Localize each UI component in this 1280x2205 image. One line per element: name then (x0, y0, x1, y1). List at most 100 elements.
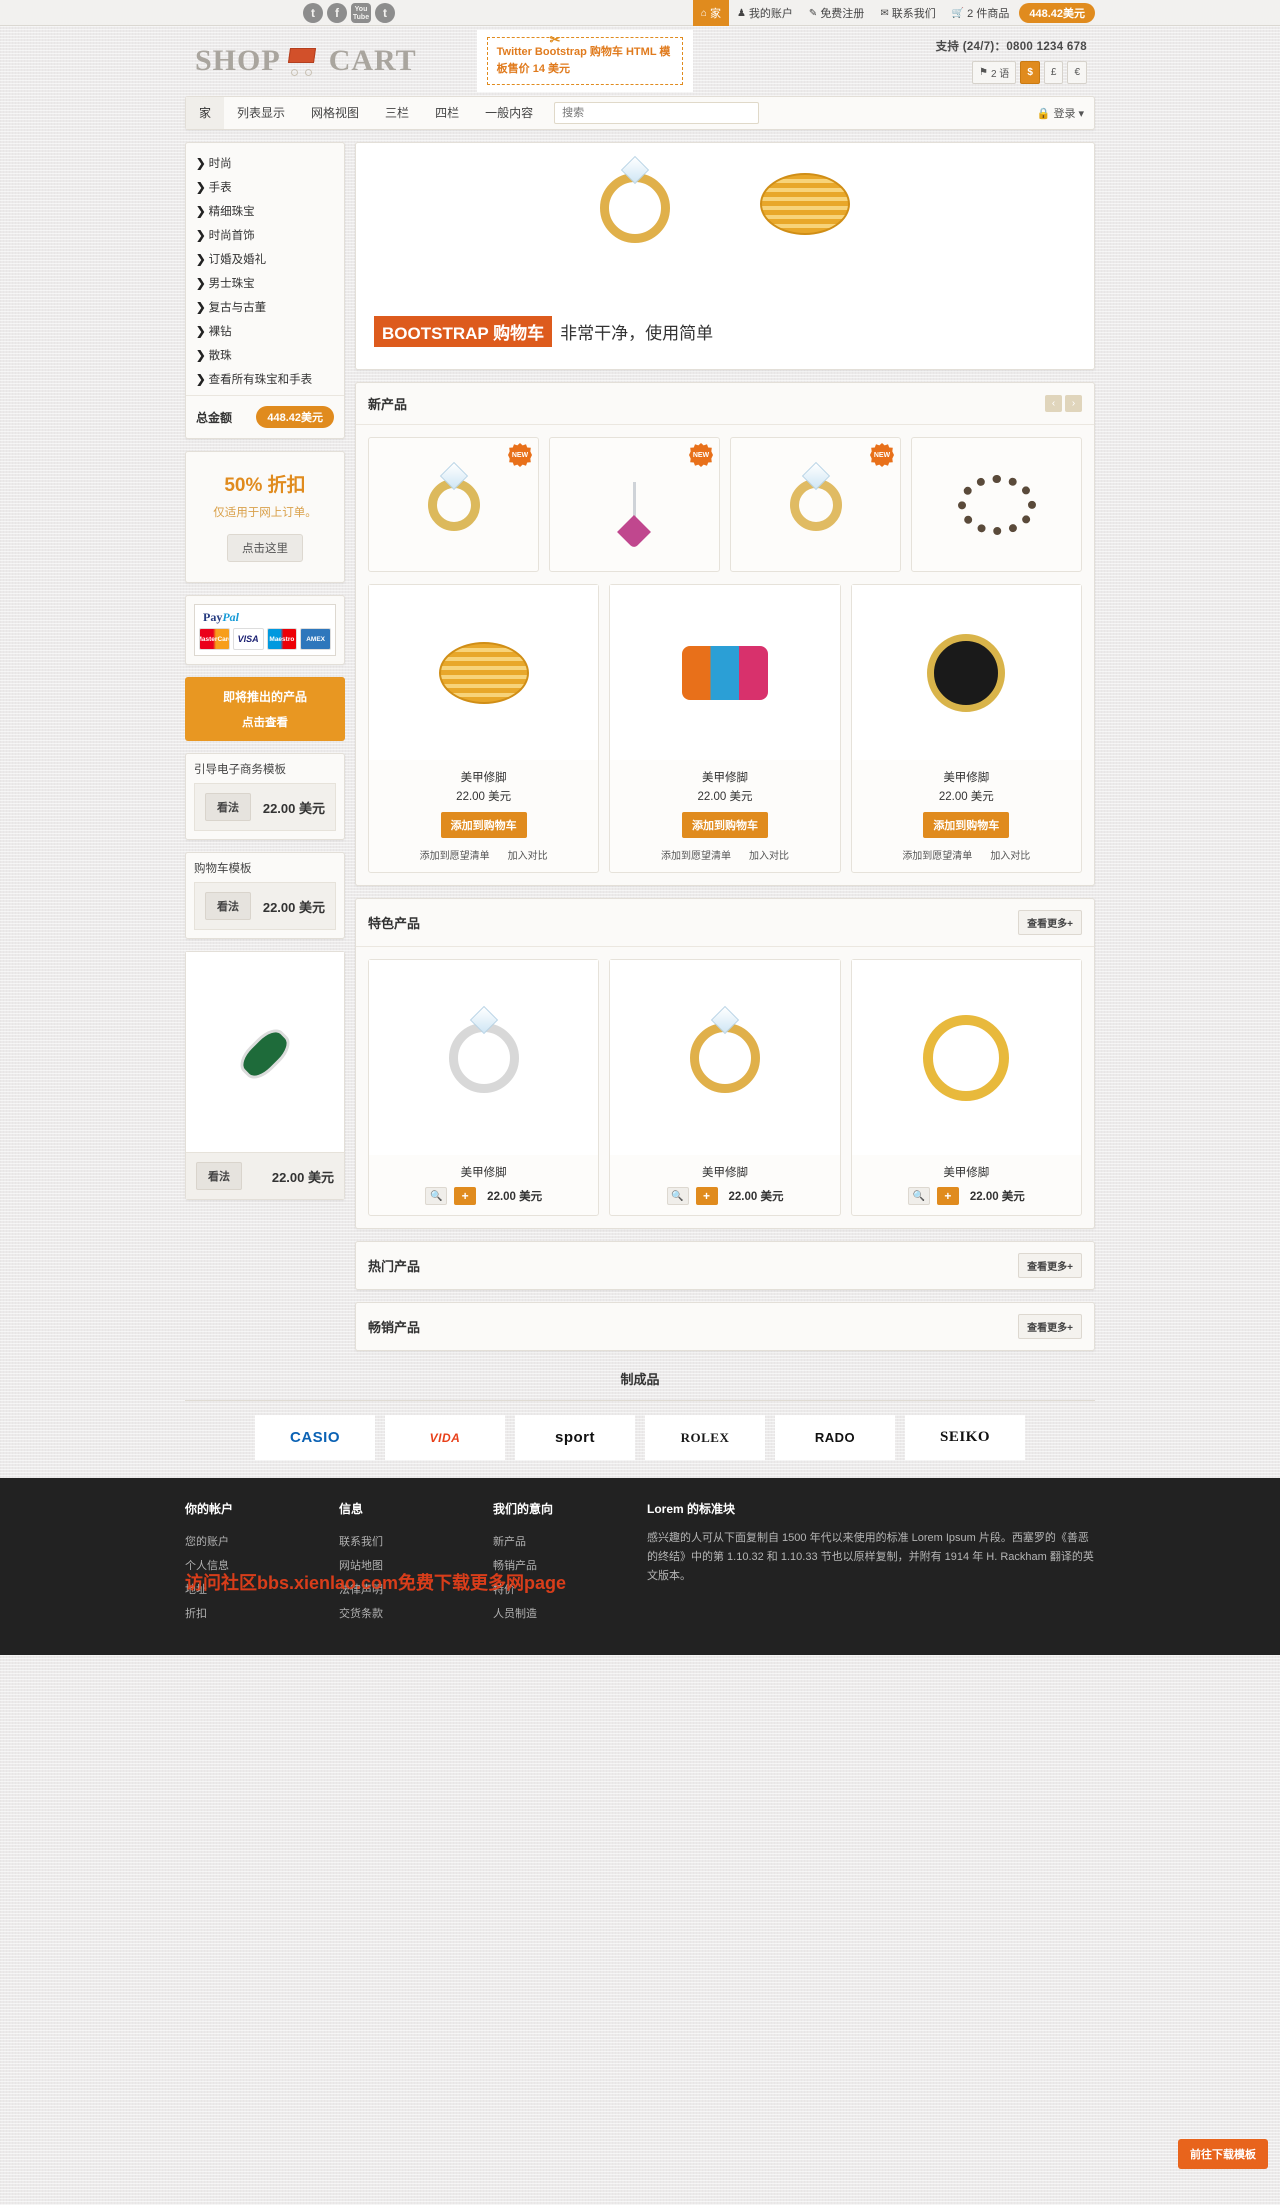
plus-icon[interactable]: + (936, 1187, 959, 1205)
top-link-home[interactable]: ⌂ 家 (692, 0, 729, 26)
solitaire-ring-image[interactable]: NEW (730, 437, 901, 572)
plus-icon[interactable]: + (454, 1187, 477, 1205)
brand-rado-logo[interactable]: RADO (775, 1415, 895, 1460)
product-card[interactable]: 美甲修脚 🔍 + 22.00 美元 (368, 959, 600, 1216)
nav-item-grid-view[interactable]: 网格视图 (298, 97, 372, 129)
discount-button[interactable]: 点击这里 (227, 534, 303, 562)
top-link-register-label: 免费注册 (820, 8, 865, 20)
popular-view-more-button[interactable]: 查看更多+ (1018, 1253, 1082, 1278)
top-link-contact[interactable]: ✉ 联系我们 (872, 0, 943, 26)
top-link-cart-label: 2 件商品 (967, 8, 1010, 20)
add-to-wishlist-link[interactable]: 添加到愿望清单 (902, 847, 972, 862)
widget-price: 22.00 美元 (262, 899, 325, 915)
sidebar-item-view-all[interactable]: ❯ 查看所有珠宝和手表 (186, 367, 344, 391)
sidebar: ❯ 时尚 ❯ 手表 ❯ 精细珠宝 ❯ 时尚首饰 ❯ 订婚及婚礼 ❯ 男士珠宝 ❯ 复古与古董 … (185, 142, 345, 1200)
currency-usd[interactable]: $ (1020, 61, 1040, 84)
new-products-section: 新产品 ‹ › NEW NEW NEW 美甲修脚 22.00 美元 添加到购物车… (355, 382, 1095, 886)
search-input[interactable] (554, 102, 760, 124)
language-switcher[interactable]: ⚑ 2 语 (972, 61, 1017, 84)
coming-soon-banner[interactable]: 即将推出的产品 点击查看 (185, 677, 345, 741)
footer-link-new-products[interactable]: 新产品 (493, 1529, 623, 1553)
add-to-cart-button[interactable]: 添加到购物车 (923, 812, 1010, 838)
sidebar-item-vintage-antique[interactable]: ❯ 复古与古董 (186, 295, 344, 319)
top-link-register[interactable]: ✎ 免费注册 (801, 0, 872, 26)
login-dropdown[interactable]: 🔒 登录 ▾ (1037, 105, 1084, 121)
footer-link-your-account[interactable]: 您的账户 (185, 1529, 315, 1553)
sidebar-item-loose-diamonds[interactable]: ❯ 裸钻 (186, 319, 344, 343)
footer-link-contact-us[interactable]: 联系我们 (339, 1529, 469, 1553)
featured-view-button[interactable]: 看法 (196, 1162, 242, 1190)
footer-link-manufacturers[interactable]: 人员制造 (493, 1601, 623, 1625)
add-to-wishlist-link[interactable]: 添加到愿望清单 (661, 847, 731, 862)
emerald-ring-image[interactable]: NEW (368, 437, 539, 572)
sidebar-item-fashion[interactable]: ❯ 时尚 (186, 151, 344, 175)
brand-vida-logo[interactable]: VIDA (385, 1415, 505, 1460)
sidebar-widget-cart-template: 购物车模板 看法 22.00 美元 (185, 852, 345, 939)
sidebar-item-mens-jewelry[interactable]: ❯ 男士珠宝 (186, 271, 344, 295)
widget-title: 购物车模板 (194, 863, 252, 875)
cart-total-badge[interactable]: 448.42美元 (1019, 3, 1095, 23)
hero-banner[interactable]: BOOTSTRAP 购物车 非常干净，使用简单 (355, 142, 1095, 370)
total-label: 总金额 (196, 410, 233, 425)
heart-pendant-image[interactable]: NEW (549, 437, 720, 572)
nav-item-home[interactable]: 家 (186, 97, 225, 129)
currency-eur[interactable]: € (1067, 61, 1087, 84)
sidebar-item-watches[interactable]: ❯ 手表 (186, 175, 344, 199)
product-card[interactable]: 美甲修脚 🔍 + 22.00 美元 (850, 959, 1082, 1216)
product-card[interactable]: 美甲修脚 22.00 美元 添加到购物车 添加到愿望清单 加入对比 (368, 584, 600, 873)
add-to-cart-button[interactable]: 添加到购物车 (681, 812, 768, 838)
promo-banner[interactable]: ✂ Twitter Bootstrap 购物车 HTML 模板售价 14 美元 (476, 30, 693, 92)
nav-item-three-column[interactable]: 三栏 (372, 97, 422, 129)
widget-view-button[interactable]: 看法 (205, 892, 251, 920)
product-card[interactable]: 美甲修脚 🔍 + 22.00 美元 (609, 959, 841, 1216)
youtube-icon[interactable]: You Tube (351, 3, 371, 23)
product-card[interactable]: 美甲修脚 22.00 美元 添加到购物车 添加到愿望清单 加入对比 (609, 584, 841, 873)
chevron-left-icon[interactable]: ‹ (1045, 395, 1062, 412)
new-products-cards: 美甲修脚 22.00 美元 添加到购物车 添加到愿望清单 加入对比 美甲修脚 2… (356, 584, 1094, 885)
add-to-compare-link[interactable]: 加入对比 (990, 847, 1030, 862)
footer-about-block: Lorem 的标准块 感兴趣的人可从下面复制自 1500 年代以来使用的标准 L… (647, 1500, 1095, 1625)
featured-products-section: 特色产品 查看更多+ 美甲修脚 🔍 + 22.00 美元 美甲修脚 🔍 + 22… (355, 898, 1095, 1229)
footer-link-delivery-terms[interactable]: 交货条款 (339, 1601, 469, 1625)
chevron-right-icon[interactable]: › (1065, 395, 1082, 412)
twitter-icon[interactable]: t (303, 3, 323, 23)
bestsellers-view-more-button[interactable]: 查看更多+ (1018, 1314, 1082, 1339)
sidebar-item-fashion-jewelry[interactable]: ❯ 时尚首饰 (186, 223, 344, 247)
top-link-cart[interactable]: 🛒 2 件商品 (944, 0, 1018, 26)
add-to-wishlist-link[interactable]: 添加到愿望清单 (420, 847, 490, 862)
charm-bracelet-image[interactable] (911, 437, 1082, 572)
add-to-cart-button[interactable]: 添加到购物车 (440, 812, 527, 838)
sidebar-item-fine-jewelry[interactable]: ❯ 精细珠宝 (186, 199, 344, 223)
brand-rolex-logo[interactable]: ROLEX (645, 1415, 765, 1460)
add-to-compare-link[interactable]: 加入对比 (749, 847, 789, 862)
product-price: 22.00 美元 (697, 791, 753, 803)
brand-sport-logo[interactable]: sport (515, 1415, 635, 1460)
footer-link-discount[interactable]: 折扣 (185, 1601, 315, 1625)
plus-icon[interactable]: + (695, 1187, 718, 1205)
main-content: BOOTSTRAP 购物车 非常干净，使用简单 新产品 ‹ › NEW NEW … (355, 142, 1095, 1351)
nav-item-list-view[interactable]: 列表显示 (224, 97, 298, 129)
add-to-compare-link[interactable]: 加入对比 (508, 847, 548, 862)
featured-view-more-button[interactable]: 查看更多+ (1018, 910, 1082, 935)
magnifier-icon[interactable]: 🔍 (666, 1187, 689, 1205)
sidebar-item-engagement-wedding[interactable]: ❯ 订婚及婚礼 (186, 247, 344, 271)
download-template-button[interactable]: 前往下载模板 (1178, 2139, 1268, 2169)
currency-gbp[interactable]: £ (1043, 61, 1064, 84)
magnifier-icon[interactable]: 🔍 (907, 1187, 930, 1205)
widget-view-button[interactable]: 看法 (205, 793, 251, 821)
footer-about-title: Lorem 的标准块 (647, 1502, 736, 1516)
sidebar-item-loose-beads[interactable]: ❯ 散珠 (186, 343, 344, 367)
nav-item-general-content[interactable]: 一般内容 (472, 97, 546, 129)
magnifier-icon[interactable]: 🔍 (425, 1187, 448, 1205)
facebook-icon[interactable]: f (327, 3, 347, 23)
chevron-right-icon: ❯ (196, 278, 206, 290)
site-logo[interactable]: SHOP CART (195, 44, 417, 78)
nav-item-four-column[interactable]: 四栏 (422, 97, 472, 129)
brand-seiko-logo[interactable]: SEIKO (905, 1415, 1025, 1460)
gemstone-ring-image[interactable] (186, 952, 344, 1152)
footer-column-our-offers: 我们的意向 新产品 畅销产品 特价 人员制造 (493, 1500, 623, 1625)
product-card[interactable]: 美甲修脚 22.00 美元 添加到购物车 添加到愿望清单 加入对比 (850, 584, 1082, 873)
tumblr-icon[interactable]: t (375, 3, 395, 23)
top-link-my-account[interactable]: ♟ 我的账户 (729, 0, 801, 26)
brand-casio-logo[interactable]: CASIO (255, 1415, 375, 1460)
